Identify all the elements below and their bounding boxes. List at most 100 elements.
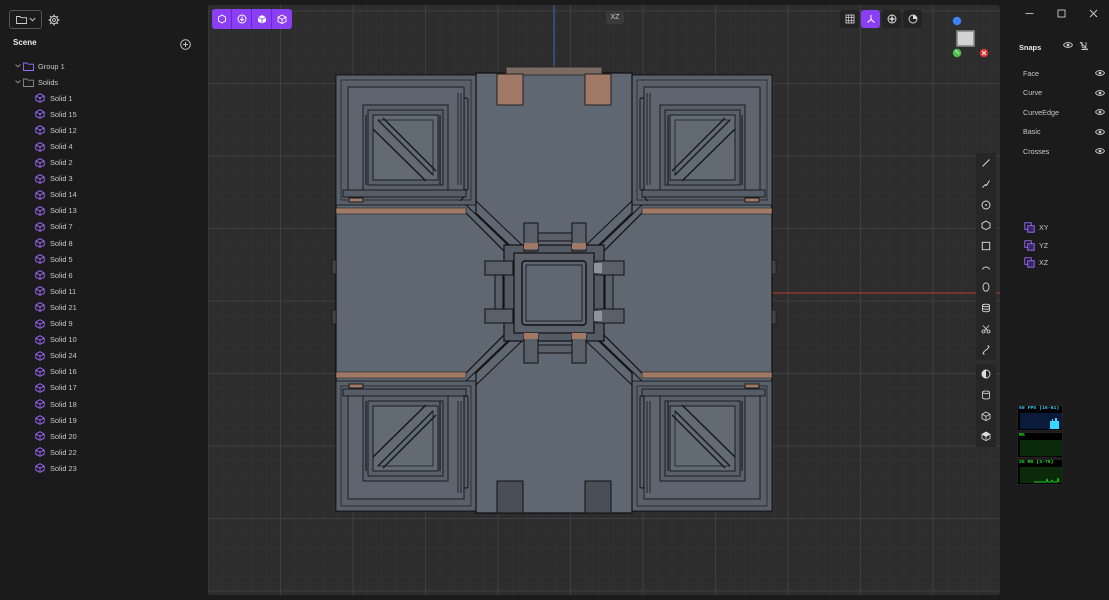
render-toggle[interactable]: [882, 10, 901, 28]
snap-label: Face: [1023, 68, 1039, 78]
tree-item[interactable]: Solid 7: [0, 219, 204, 235]
tree-item[interactable]: Solids: [0, 74, 204, 90]
import-button[interactable]: [232, 9, 252, 29]
tree-item[interactable]: Solid 5: [0, 251, 204, 267]
tree-item[interactable]: Group 1: [0, 58, 204, 74]
view-toolbar: [840, 10, 922, 28]
material-toggle[interactable]: [903, 10, 922, 28]
rectangle-tool-button[interactable]: [976, 235, 996, 257]
eye-icon[interactable]: [1063, 41, 1073, 49]
tree-item[interactable]: Solid 4: [0, 138, 204, 154]
stats-panel[interactable]: MS: [1017, 432, 1063, 458]
tree-item-label: Solid 4: [50, 142, 73, 152]
tree-item[interactable]: Solid 1: [0, 90, 204, 106]
polyline-tool-button[interactable]: [976, 173, 996, 195]
gizmo-z-axis[interactable]: [952, 16, 962, 26]
gizmo-cube[interactable]: [956, 30, 975, 47]
plane-item[interactable]: XZ: [1024, 257, 1048, 268]
maximize-icon: [1057, 9, 1065, 17]
snap-off-icon[interactable]: [1079, 41, 1089, 51]
snap-item[interactable]: Basic: [1023, 126, 1105, 138]
add-object-icon[interactable]: [180, 39, 191, 50]
tree-item[interactable]: Solid 6: [0, 267, 204, 283]
cube-button[interactable]: [976, 425, 996, 447]
grid-toggle[interactable]: [840, 10, 859, 28]
ellipse-tool-button[interactable]: [976, 277, 996, 298]
tree-item-label: Solid 7: [50, 222, 73, 232]
tree-item[interactable]: Solid 23: [0, 460, 204, 476]
solid-sketch-button[interactable]: [212, 9, 232, 29]
snap-item[interactable]: Crosses: [1023, 145, 1105, 157]
tree-item[interactable]: Solid 14: [0, 187, 204, 203]
tree-item[interactable]: Solid 22: [0, 444, 204, 460]
tree-item[interactable]: Solid 20: [0, 428, 204, 444]
solid-icon: [35, 270, 47, 281]
tree-item[interactable]: Solid 13: [0, 203, 204, 219]
polygon-tool-button[interactable]: [976, 215, 996, 236]
file-menu-button[interactable]: [9, 10, 42, 29]
plane-item[interactable]: YZ: [1024, 239, 1048, 251]
arc-tool-button[interactable]: [976, 256, 996, 278]
model-top-view[interactable]: [208, 5, 1000, 595]
circle-tool-button[interactable]: [976, 194, 996, 216]
stats-panel[interactable]: 25 MS (3-70): [1017, 459, 1063, 485]
tree-item[interactable]: Solid 9: [0, 316, 204, 332]
tree-item[interactable]: Solid 16: [0, 364, 204, 380]
minimize-button[interactable]: [1013, 6, 1045, 20]
ms-range-graph: [1020, 467, 1062, 483]
tree-item[interactable]: Solid 8: [0, 235, 204, 251]
axes-toggle[interactable]: [861, 10, 880, 28]
tree-item[interactable]: Solid 19: [0, 412, 204, 428]
tree-item[interactable]: Solid 17: [0, 380, 204, 396]
chevron-down-icon[interactable]: [13, 64, 23, 68]
eye-icon[interactable]: [1095, 89, 1105, 97]
solid-icon: [35, 302, 47, 313]
solid-icon: [35, 367, 47, 377]
eye-icon[interactable]: [1095, 128, 1105, 136]
cube-outline-button[interactable]: [272, 9, 292, 29]
tree-item-label: Solid 23: [50, 463, 77, 473]
eye-icon[interactable]: [1095, 147, 1105, 155]
tree-item[interactable]: Solid 2: [0, 155, 204, 171]
snap-item[interactable]: Curve: [1023, 87, 1105, 99]
tree-item[interactable]: Solid 12: [0, 122, 204, 138]
close-button[interactable]: [1077, 6, 1109, 20]
maximize-button[interactable]: [1045, 6, 1077, 20]
tree-item[interactable]: Solid 24: [0, 348, 204, 364]
snap-item[interactable]: CurveEdge: [1023, 106, 1105, 118]
trim-button[interactable]: [976, 318, 996, 340]
eye-icon[interactable]: [1095, 108, 1105, 116]
arc-tool-icon: [981, 266, 991, 270]
trim-icon: [981, 325, 991, 334]
orientation-gizmo[interactable]: [948, 15, 998, 60]
tree-item[interactable]: Solid 10: [0, 332, 204, 348]
cube-outline-icon: [277, 14, 287, 24]
settings-gear-icon[interactable]: [48, 14, 60, 26]
snap-item[interactable]: Face: [1023, 67, 1105, 79]
box-button[interactable]: [976, 405, 996, 426]
tree-item[interactable]: Solid 3: [0, 171, 204, 187]
tree-item-label: Solid 11: [50, 286, 77, 296]
cube-solid-button[interactable]: [252, 9, 272, 29]
eye-icon[interactable]: [1095, 69, 1105, 77]
tree-item[interactable]: Solid 11: [0, 283, 204, 299]
extrude-button[interactable]: [976, 297, 996, 319]
spline-button[interactable]: [976, 339, 996, 360]
solid-icon: [35, 222, 47, 232]
line-tool-button[interactable]: [976, 153, 996, 174]
tree-item-label: Solid 15: [50, 109, 77, 119]
solid-sketch-icon: [217, 14, 226, 24]
tree-item[interactable]: Solid 21: [0, 299, 204, 315]
tree-item[interactable]: Solid 15: [0, 106, 204, 122]
gizmo-y-axis[interactable]: [952, 48, 962, 58]
plane-item[interactable]: XY: [1024, 222, 1049, 233]
boolean-button[interactable]: [976, 363, 996, 385]
box-icon: [981, 411, 991, 421]
stats-panel[interactable]: 60 FPS (16-61): [1017, 405, 1063, 431]
chevron-down-icon[interactable]: [13, 80, 23, 84]
chevron-down-icon: [28, 17, 36, 22]
3d-viewport[interactable]: XZ: [208, 5, 1000, 595]
tree-item[interactable]: Solid 18: [0, 396, 204, 412]
solid-icon: [35, 350, 47, 361]
cylinder-button[interactable]: [976, 384, 996, 406]
